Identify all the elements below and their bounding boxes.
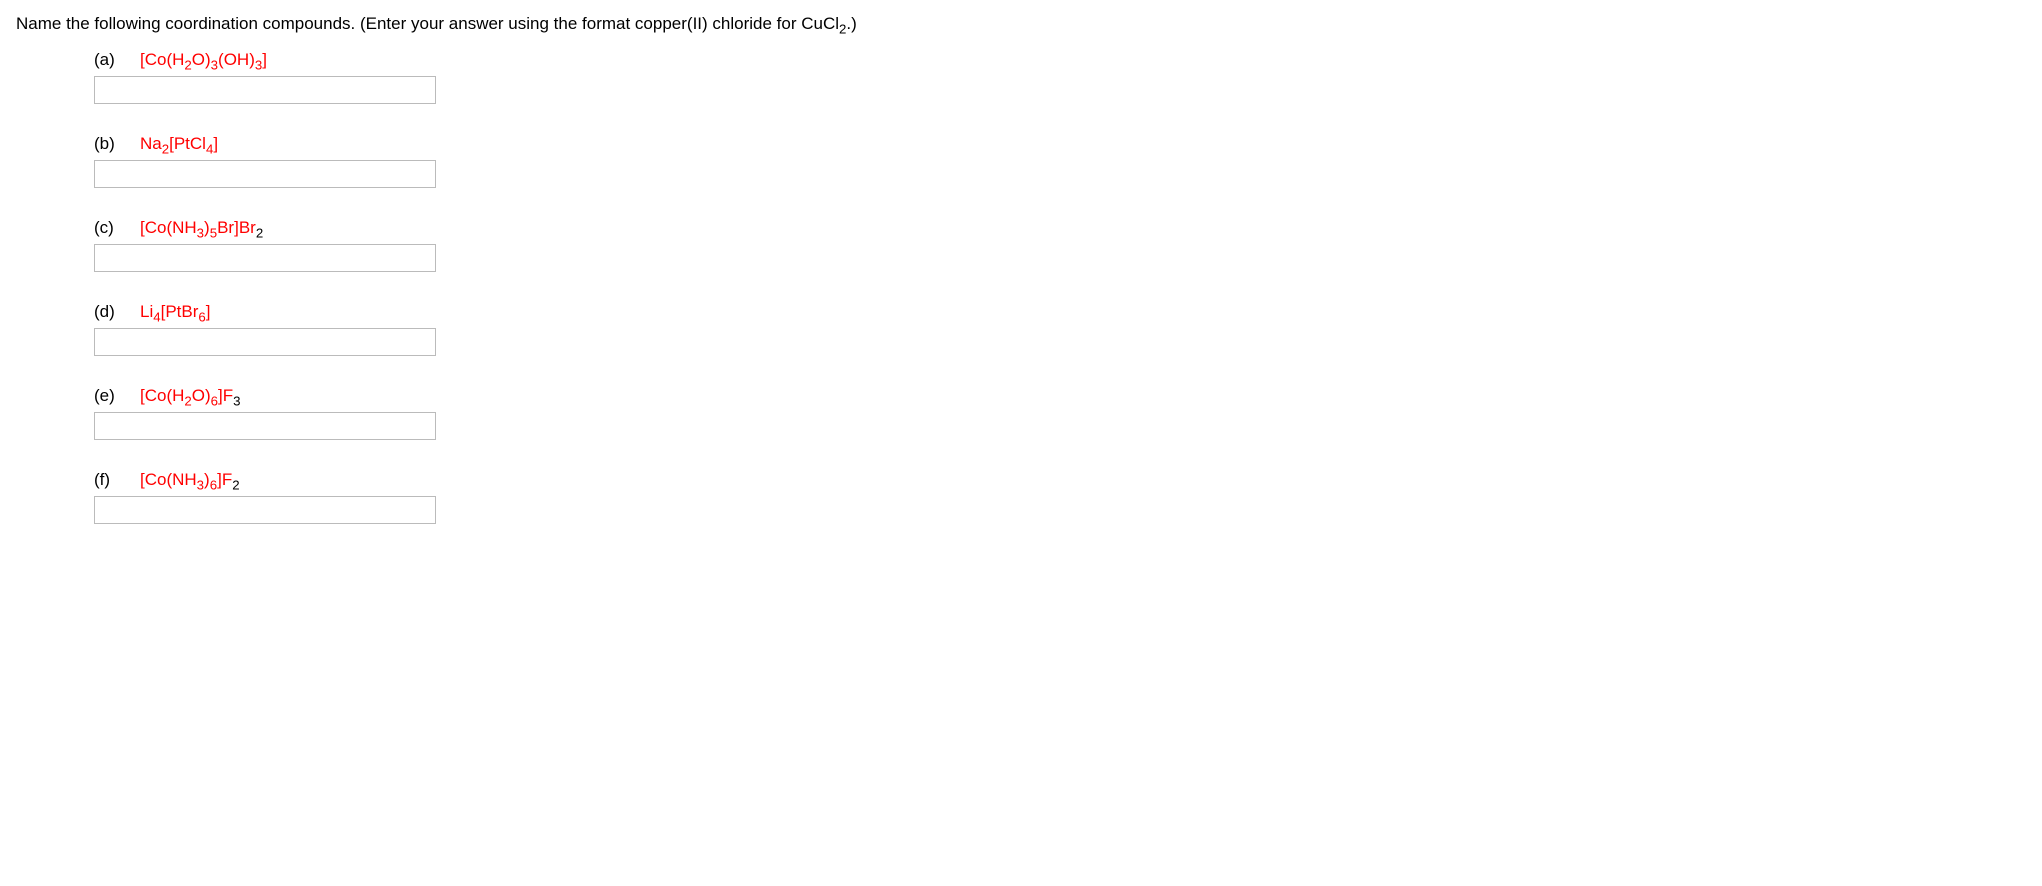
formula-line: (c)[Co(NH3)5Br]Br2 [94, 218, 2026, 238]
question-part: (a)[Co(H2O)3(OH)3] [94, 50, 2026, 104]
question-part: (d)Li4[PtBr6] [94, 302, 2026, 356]
answer-input[interactable] [94, 160, 436, 188]
question-instruction: Name the following coordination compound… [16, 12, 2026, 36]
formula-text: [Co(NH3)6]F2 [140, 470, 240, 490]
instruction-suffix: .) [846, 14, 856, 33]
question-part: (b)Na2[PtCl4] [94, 134, 2026, 188]
part-letter: (a) [94, 50, 140, 70]
formula-line: (f)[Co(NH3)6]F2 [94, 470, 2026, 490]
question-items: (a)[Co(H2O)3(OH)3](b)Na2[PtCl4](c)[Co(NH… [16, 50, 2026, 524]
formula-text: Li4[PtBr6] [140, 302, 211, 322]
question-part: (c)[Co(NH3)5Br]Br2 [94, 218, 2026, 272]
formula-text: Na2[PtCl4] [140, 134, 218, 154]
part-letter: (b) [94, 134, 140, 154]
answer-input[interactable] [94, 412, 436, 440]
answer-input[interactable] [94, 328, 436, 356]
formula-line: (d)Li4[PtBr6] [94, 302, 2026, 322]
answer-input[interactable] [94, 496, 436, 524]
answer-input[interactable] [94, 244, 436, 272]
part-letter: (e) [94, 386, 140, 406]
question-part: (f)[Co(NH3)6]F2 [94, 470, 2026, 524]
answer-input[interactable] [94, 76, 436, 104]
formula-line: (e)[Co(H2O)6]F3 [94, 386, 2026, 406]
formula-line: (a)[Co(H2O)3(OH)3] [94, 50, 2026, 70]
part-letter: (f) [94, 470, 140, 490]
question-part: (e)[Co(H2O)6]F3 [94, 386, 2026, 440]
formula-text: [Co(NH3)5Br]Br2 [140, 218, 263, 238]
part-letter: (c) [94, 218, 140, 238]
formula-text: [Co(H2O)3(OH)3] [140, 50, 267, 70]
instruction-text: Name the following coordination compound… [16, 14, 839, 33]
formula-line: (b)Na2[PtCl4] [94, 134, 2026, 154]
part-letter: (d) [94, 302, 140, 322]
formula-text: [Co(H2O)6]F3 [140, 386, 241, 406]
